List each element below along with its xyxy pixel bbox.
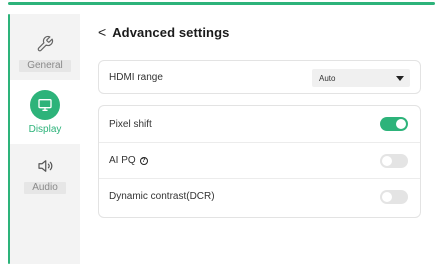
pixel-shift-row: Pixel shift bbox=[99, 106, 420, 142]
sidebar-item-label: Display bbox=[28, 124, 62, 135]
picture-options-card: Pixel shift AI PQ ? Dynamic contrast(DCR… bbox=[98, 105, 421, 218]
sidebar-item-audio[interactable]: Audio bbox=[10, 144, 80, 196]
toggle-knob bbox=[382, 155, 392, 166]
settings-window: General Display Audio < Advanced setting… bbox=[0, 0, 435, 264]
toggle-knob bbox=[382, 191, 392, 202]
toggle-knob bbox=[396, 119, 406, 129]
caret-down-icon bbox=[396, 76, 404, 81]
sidebar-item-general[interactable]: General bbox=[10, 22, 80, 74]
ai-pq-toggle[interactable] bbox=[380, 153, 408, 168]
back-header[interactable]: < Advanced settings bbox=[98, 24, 229, 40]
hdmi-range-label: HDMI range bbox=[109, 71, 163, 83]
hdmi-range-select[interactable]: Auto bbox=[312, 69, 410, 87]
sidebar-item-display[interactable]: Display bbox=[10, 80, 80, 144]
dcr-label: Dynamic contrast(DCR) bbox=[109, 191, 215, 202]
hdmi-range-value: Auto bbox=[319, 73, 336, 83]
sidebar-item-label: Audio bbox=[24, 182, 66, 194]
pixel-shift-toggle[interactable] bbox=[380, 117, 408, 131]
top-accent-bar bbox=[8, 0, 435, 8]
info-icon[interactable]: ? bbox=[139, 156, 148, 165]
page-title: Advanced settings bbox=[112, 24, 230, 40]
sidebar: General Display Audio bbox=[10, 14, 80, 264]
monitor-icon bbox=[30, 90, 60, 120]
hdmi-range-row: HDMI range Auto bbox=[99, 61, 420, 93]
hdmi-range-card: HDMI range Auto bbox=[98, 60, 421, 94]
speaker-icon bbox=[33, 154, 57, 178]
dcr-row: Dynamic contrast(DCR) bbox=[99, 178, 420, 214]
back-chevron-icon[interactable]: < bbox=[98, 24, 106, 40]
main-content: < Advanced settings HDMI range Auto Pixe… bbox=[98, 14, 435, 264]
sidebar-item-label: General bbox=[19, 60, 71, 72]
ai-pq-label: AI PQ bbox=[109, 155, 136, 166]
ai-pq-row: AI PQ ? bbox=[99, 142, 420, 178]
wrench-icon bbox=[33, 32, 57, 56]
pixel-shift-label: Pixel shift bbox=[109, 118, 152, 130]
dcr-toggle[interactable] bbox=[380, 189, 408, 204]
